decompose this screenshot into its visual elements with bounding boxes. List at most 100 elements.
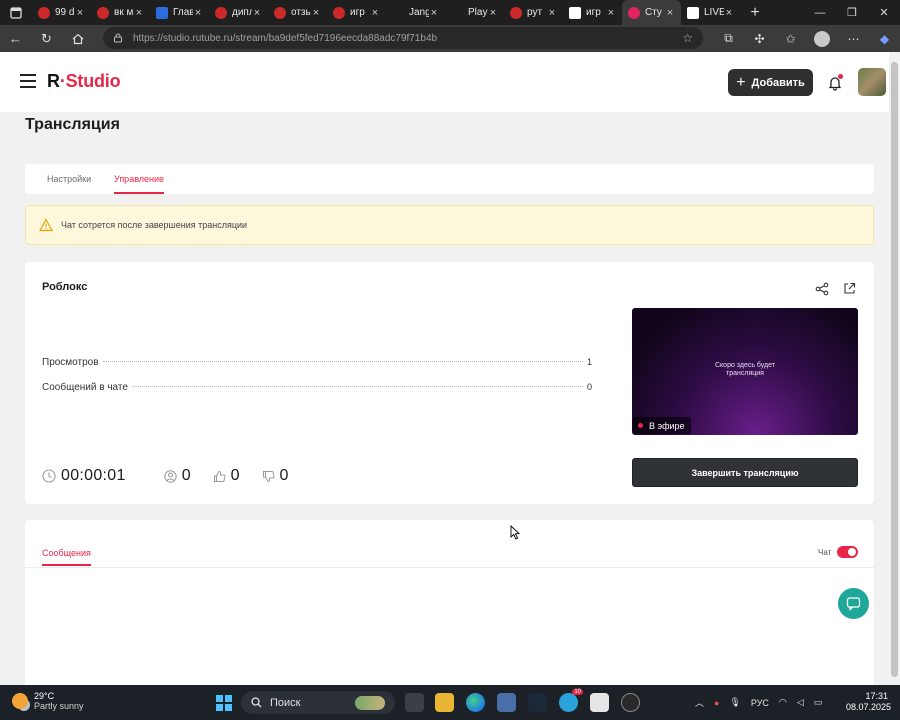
close-tab-icon[interactable]: × bbox=[429, 7, 439, 19]
browser-tab[interactable]: игр × bbox=[563, 0, 622, 25]
browser-tab[interactable]: Play × bbox=[445, 0, 504, 25]
browser-tab[interactable]: LIVE × bbox=[681, 0, 740, 25]
chat-toggle[interactable] bbox=[837, 546, 858, 558]
weather-widget[interactable]: 29°C Partly sunny bbox=[12, 691, 84, 711]
stat-label: Просмотров bbox=[42, 357, 99, 368]
close-tab-icon[interactable]: × bbox=[193, 7, 203, 19]
add-button[interactable]: + Добавить bbox=[728, 69, 813, 96]
home-button[interactable] bbox=[62, 25, 93, 52]
clock-time: 17:31 bbox=[865, 691, 888, 701]
browser-tab[interactable]: Jang × bbox=[386, 0, 445, 25]
tray-app-icon[interactable]: ● bbox=[714, 698, 719, 708]
copilot-icon[interactable]: ◆ bbox=[869, 32, 900, 46]
close-window-icon[interactable]: ✕ bbox=[868, 0, 900, 25]
home-icon bbox=[72, 33, 83, 44]
extension-puzzle-icon[interactable]: ✣ bbox=[744, 32, 775, 46]
viewer-icon bbox=[163, 469, 177, 483]
notifications-bell-icon[interactable] bbox=[827, 74, 843, 91]
live-label: В эфире bbox=[649, 420, 685, 431]
extensions-icon[interactable]: ⧉ bbox=[713, 31, 744, 46]
tray-chevron-icon[interactable]: ︿ bbox=[695, 696, 704, 709]
browser-tab[interactable]: 99 d × bbox=[32, 0, 91, 25]
clock-icon bbox=[42, 469, 56, 483]
close-tab-icon[interactable]: × bbox=[311, 7, 321, 19]
close-tab-icon[interactable]: × bbox=[370, 7, 380, 19]
taskbar-search[interactable]: Поиск bbox=[241, 691, 395, 714]
close-tab-icon[interactable]: × bbox=[134, 7, 144, 19]
browser-menu-icon[interactable]: ⋯ bbox=[838, 32, 869, 46]
close-tab-icon[interactable]: × bbox=[488, 7, 498, 19]
plus-icon: + bbox=[736, 73, 746, 91]
stat-value: 1 bbox=[586, 357, 592, 367]
clock-date: 08.07.2025 bbox=[846, 702, 892, 712]
obs-icon[interactable] bbox=[621, 693, 640, 712]
support-chat-button[interactable] bbox=[838, 588, 869, 619]
browser-tab[interactable]: отзь × bbox=[268, 0, 327, 25]
browser-tab[interactable]: рут × bbox=[504, 0, 563, 25]
search-highlight-image bbox=[355, 695, 385, 710]
reload-button[interactable]: ↻ bbox=[31, 25, 62, 52]
browser-tab[interactable]: Сту × bbox=[622, 0, 681, 25]
browser-tab[interactable]: дипл × bbox=[209, 0, 268, 25]
share-icon[interactable] bbox=[815, 282, 829, 296]
task-view-icon[interactable] bbox=[405, 693, 424, 712]
stat-row-views: Просмотров 1 bbox=[42, 357, 592, 368]
rutube-studio-logo[interactable]: R·Studio bbox=[47, 71, 121, 92]
stream-preview[interactable]: Скоро здесь будет трансляция В эфире bbox=[632, 308, 858, 435]
rutube-favicon-icon bbox=[274, 6, 286, 19]
back-arrow-icon: ← bbox=[9, 31, 22, 46]
browser-tab[interactable]: Глав × bbox=[150, 0, 209, 25]
stream-counters: 00:00:01 0 0 0 bbox=[42, 467, 310, 485]
microphone-icon[interactable]: 🎙︎ bbox=[729, 697, 740, 708]
telegram-icon[interactable]: 10 bbox=[559, 689, 583, 712]
store-icon[interactable] bbox=[497, 693, 516, 712]
file-explorer-icon[interactable] bbox=[435, 693, 454, 712]
close-tab-icon[interactable]: × bbox=[252, 7, 262, 19]
preview-placeholder: Скоро здесь будет трансляция bbox=[632, 362, 858, 378]
volume-icon[interactable]: ◁ bbox=[797, 697, 804, 708]
url-text[interactable]: https://studio.rutube.ru/stream/ba9def5f… bbox=[133, 33, 682, 44]
browser-tab-title: 99 d bbox=[55, 7, 75, 18]
wifi-icon[interactable]: ◠ bbox=[779, 697, 787, 708]
close-tab-icon[interactable]: × bbox=[606, 7, 616, 19]
page-scrollbar[interactable] bbox=[889, 52, 900, 685]
close-tab-icon[interactable]: × bbox=[665, 7, 675, 19]
roblox-icon[interactable] bbox=[590, 693, 609, 712]
browser-tab[interactable]: игр × bbox=[327, 0, 386, 25]
browser-tab-title: отзь bbox=[291, 7, 311, 18]
add-button-label: Добавить bbox=[751, 76, 805, 89]
browser-tab[interactable]: вк м × bbox=[91, 0, 150, 25]
close-tab-icon[interactable]: × bbox=[724, 7, 734, 19]
weather-temperature: 29°C bbox=[34, 691, 55, 701]
address-bar[interactable]: https://studio.rutube.ru/stream/ba9def5f… bbox=[103, 27, 703, 49]
favorites-icon[interactable]: ✩ bbox=[775, 32, 806, 46]
menu-burger-icon[interactable] bbox=[20, 74, 36, 88]
scrollbar-thumb[interactable] bbox=[891, 62, 898, 677]
minimize-icon[interactable]: — bbox=[804, 0, 836, 25]
new-tab-button[interactable]: + bbox=[740, 4, 770, 22]
site-info-icon[interactable] bbox=[113, 33, 123, 43]
back-button[interactable]: ← bbox=[0, 25, 31, 52]
close-tab-icon[interactable]: × bbox=[75, 7, 85, 19]
bookmark-star-icon[interactable]: ☆ bbox=[682, 31, 693, 45]
tab-management[interactable]: Управление bbox=[114, 174, 164, 184]
tab-actions-button[interactable] bbox=[0, 0, 32, 25]
stat-value: 0 bbox=[586, 382, 592, 392]
tab-actions-icon bbox=[10, 6, 22, 19]
steam-icon[interactable] bbox=[528, 693, 547, 712]
windows-start-icon[interactable] bbox=[216, 695, 232, 711]
stat-row-messages: Сообщений в чате 0 bbox=[42, 382, 592, 393]
browser-profile-avatar[interactable] bbox=[814, 30, 830, 47]
tab-settings[interactable]: Настройки bbox=[47, 174, 91, 184]
language-indicator[interactable]: РУС bbox=[751, 698, 769, 708]
maximize-icon[interactable]: ❐ bbox=[836, 0, 868, 25]
taskbar-clock[interactable]: 17:31 08.07.2025 bbox=[846, 691, 892, 713]
edge-browser-icon[interactable] bbox=[466, 693, 485, 712]
battery-icon[interactable]: ▭ bbox=[814, 697, 823, 708]
close-tab-icon[interactable]: × bbox=[547, 7, 557, 19]
user-avatar[interactable] bbox=[858, 68, 886, 96]
open-external-icon[interactable] bbox=[843, 282, 856, 295]
tab-messages[interactable]: Сообщения bbox=[42, 548, 91, 558]
end-stream-button[interactable]: Завершить трансляцию bbox=[632, 458, 858, 487]
reload-icon: ↻ bbox=[41, 30, 52, 46]
